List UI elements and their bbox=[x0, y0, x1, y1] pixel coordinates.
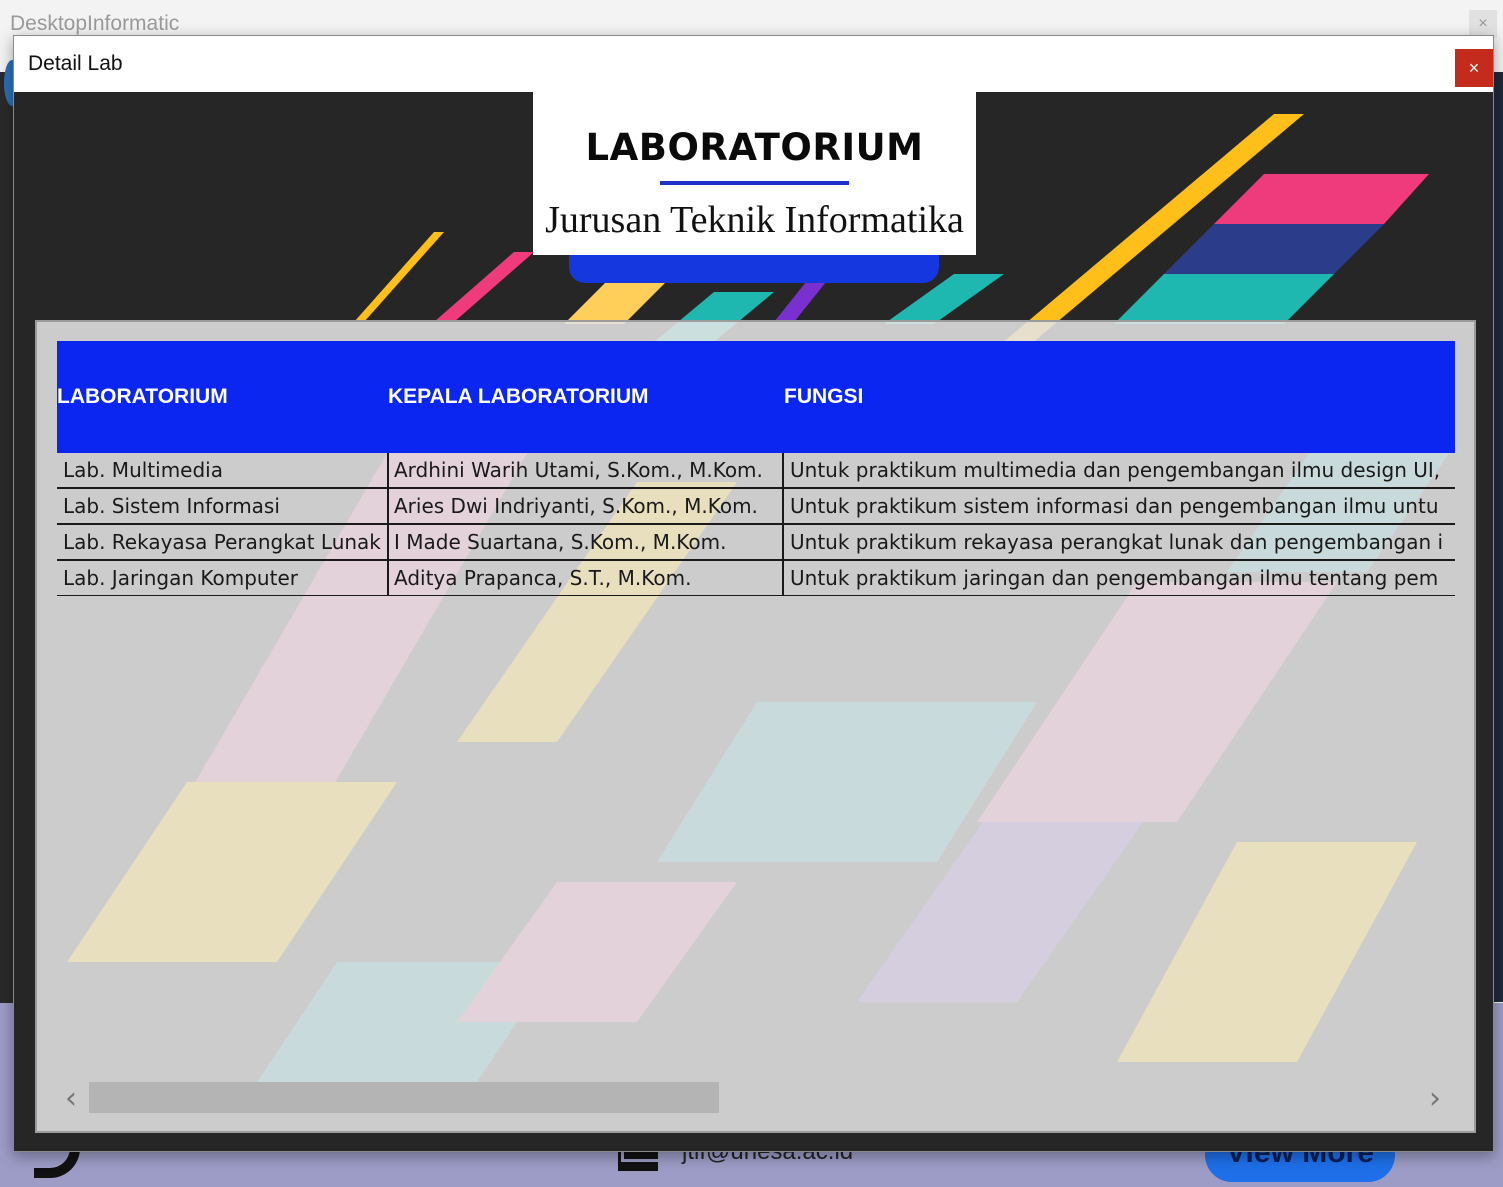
cell-kepala-laboratorium[interactable]: Ardhini Warih Utami, S.Kom., M.Kom. bbox=[388, 453, 784, 487]
background-close-button[interactable]: × bbox=[1469, 10, 1497, 38]
dialog-title: Detail Lab bbox=[28, 52, 123, 75]
header-card: LABORATORIUM Jurusan Teknik Informatika bbox=[533, 92, 976, 255]
cell-fungsi[interactable]: Untuk praktikum sistem informasi dan pen… bbox=[784, 489, 1455, 523]
dialog-content: LABORATORIUM Jurusan Teknik Informatika … bbox=[14, 92, 1493, 1151]
cell-laboratorium[interactable]: Lab. Rekayasa Perangkat Lunak bbox=[57, 525, 389, 559]
dialog-titlebar: Detail Lab × bbox=[14, 36, 1493, 92]
background-window-title: DesktopInformatic bbox=[10, 12, 180, 35]
detail-lab-dialog: Detail Lab × LABORATORIUM Jurusan Teknik… bbox=[13, 35, 1494, 1152]
table-row[interactable]: Lab. Sistem Informasi Aries Dwi Indriyan… bbox=[57, 489, 1455, 525]
data-grid-panel: LABORATORIUM KEPALA LABORATORIUM FUNGSI … bbox=[35, 320, 1476, 1133]
header-accent-bar bbox=[569, 255, 939, 283]
cell-fungsi[interactable]: Untuk praktikum multimedia dan pengemban… bbox=[784, 453, 1455, 487]
table-header: LABORATORIUM KEPALA LABORATORIUM FUNGSI bbox=[57, 341, 1455, 453]
cell-kepala-laboratorium[interactable]: I Made Suartana, S.Kom., M.Kom. bbox=[388, 525, 784, 559]
column-header-fungsi[interactable]: FUNGSI bbox=[784, 385, 863, 409]
title-underline bbox=[660, 181, 849, 185]
page-subtitle: Jurusan Teknik Informatika bbox=[545, 199, 964, 241]
cell-laboratorium[interactable]: Lab. Sistem Informasi bbox=[57, 489, 389, 523]
table-row[interactable]: Lab. Rekayasa Perangkat Lunak I Made Sua… bbox=[57, 525, 1455, 561]
horizontal-scrollbar[interactable]: ‹ › bbox=[57, 1079, 1455, 1117]
cell-laboratorium[interactable]: Lab. Multimedia bbox=[57, 453, 389, 487]
cell-kepala-laboratorium[interactable]: Aditya Prapanca, S.T., M.Kom. bbox=[388, 561, 784, 595]
cell-laboratorium[interactable]: Lab. Jaringan Komputer bbox=[57, 561, 389, 595]
close-button[interactable]: × bbox=[1455, 49, 1493, 87]
chevron-right-icon[interactable]: › bbox=[1429, 1081, 1441, 1116]
scrollbar-thumb[interactable] bbox=[89, 1082, 719, 1113]
table-row[interactable]: Lab. Jaringan Komputer Aditya Prapanca, … bbox=[57, 561, 1455, 596]
column-header-laboratorium[interactable]: LABORATORIUM bbox=[57, 385, 228, 409]
background-right-edge bbox=[1493, 72, 1503, 1002]
page-title: LABORATORIUM bbox=[585, 126, 924, 169]
table-row[interactable]: Lab. Multimedia Ardhini Warih Utami, S.K… bbox=[57, 453, 1455, 489]
lab-table: LABORATORIUM KEPALA LABORATORIUM FUNGSI … bbox=[57, 341, 1455, 596]
cell-kepala-laboratorium[interactable]: Aries Dwi Indriyanti, S.Kom., M.Kom. bbox=[388, 489, 784, 523]
cell-fungsi[interactable]: Untuk praktikum rekayasa perangkat lunak… bbox=[784, 525, 1455, 559]
chevron-left-icon[interactable]: ‹ bbox=[65, 1081, 77, 1116]
column-header-kepala-laboratorium[interactable]: KEPALA LABORATORIUM bbox=[388, 385, 649, 409]
cell-fungsi[interactable]: Untuk praktikum jaringan dan pengembanga… bbox=[784, 561, 1455, 595]
background-left-edge bbox=[0, 72, 14, 1122]
